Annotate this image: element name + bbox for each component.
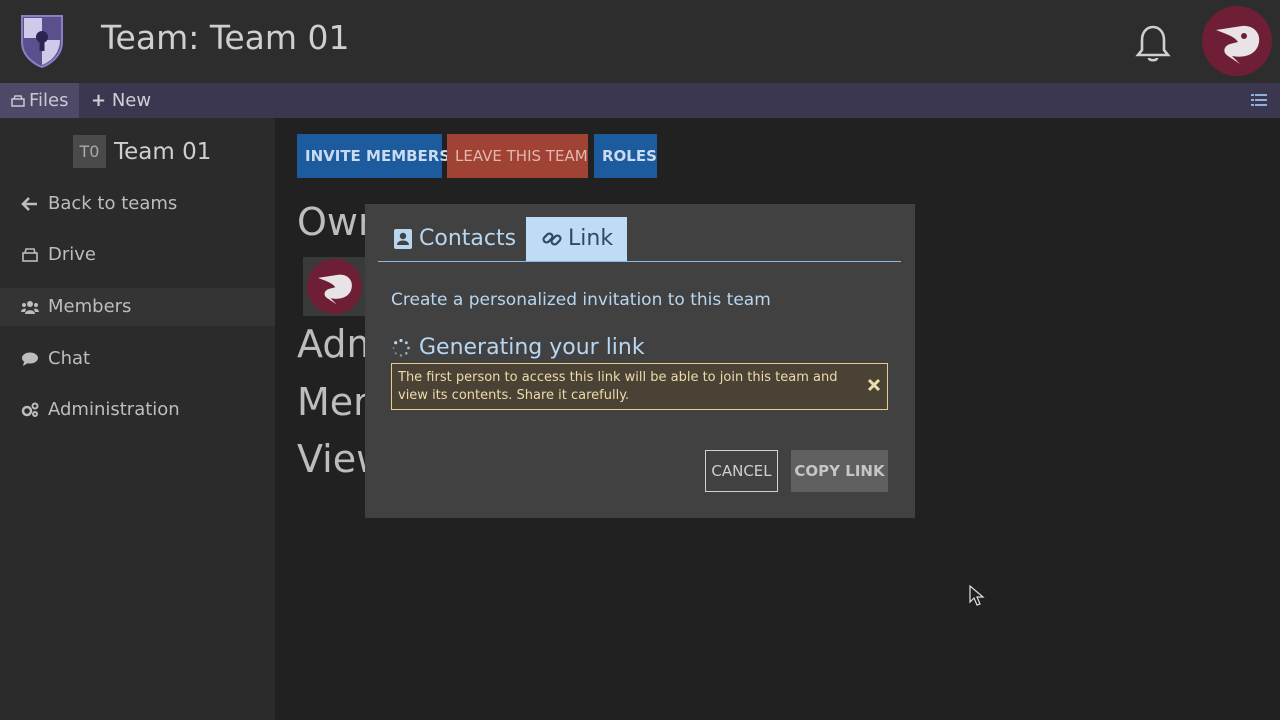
sidebar-item-label: Members [48, 296, 132, 317]
close-icon[interactable] [867, 378, 881, 392]
users-icon [21, 301, 39, 314]
shield-keyhole-logo[interactable] [18, 12, 66, 68]
new-button[interactable]: + New [91, 83, 151, 118]
team-badge: T0 [73, 135, 106, 168]
files-button[interactable]: Files [0, 83, 79, 118]
tab-link[interactable]: Link [526, 217, 627, 261]
avatar [307, 259, 362, 314]
sidebar-item-members[interactable]: Members [0, 288, 275, 326]
generating-status: Generating your link [391, 335, 645, 360]
tab-link-label: Link [568, 226, 614, 251]
tab-contacts[interactable]: Contacts [378, 217, 526, 261]
warning-text: The first person to access this link wil… [398, 370, 838, 403]
sidebar-item-back-to-teams[interactable]: Back to teams [0, 185, 275, 223]
top-header: Team: Team 01 [0, 0, 1280, 83]
generating-text: Generating your link [419, 335, 645, 360]
sidebar-item-label: Drive [48, 244, 96, 265]
page-title: Team: Team 01 [101, 18, 350, 57]
copy-link-button[interactable]: COPY LINK [791, 450, 888, 492]
sidebar-item-label: Back to teams [48, 193, 178, 214]
warning-alert: The first person to access this link wil… [391, 363, 888, 410]
sidebar-item-label: Chat [48, 348, 91, 369]
list-icon[interactable] [1251, 92, 1267, 108]
chat-icon [22, 352, 38, 366]
member-chip[interactable] [303, 257, 365, 316]
new-label: New [111, 90, 152, 111]
sidebar-item-label: Administration [48, 399, 180, 420]
invite-description: Create a personalized invitation to this… [391, 290, 771, 310]
cancel-button[interactable]: CANCEL [705, 450, 778, 492]
arrow-left-icon [21, 197, 37, 211]
plus-icon: + [91, 90, 107, 111]
roles-button[interactable]: ROLES [594, 134, 657, 178]
modal-tabs: Contacts Link [378, 217, 901, 262]
tab-contacts-label: Contacts [419, 226, 517, 251]
invite-modal: Contacts Link Create a personalized invi… [365, 204, 915, 518]
invite-members-button[interactable]: INVITE MEMBERS [297, 134, 450, 178]
user-avatar[interactable] [1202, 6, 1272, 76]
drive-icon [11, 95, 25, 107]
mouse-cursor-icon [969, 585, 985, 606]
files-label: Files [29, 90, 69, 111]
sidebar: T0 Team 01 Back to teams Drive Members Ch… [0, 118, 275, 720]
link-icon [542, 232, 562, 246]
leave-team-button[interactable]: LEAVE THIS TEAM [447, 134, 588, 178]
sidebar-item-drive[interactable]: Drive [0, 236, 275, 274]
team-header: T0 Team 01 [73, 135, 211, 169]
sidebar-item-chat[interactable]: Chat [0, 340, 275, 378]
gears-icon [21, 402, 39, 417]
sidebar-item-administration[interactable]: Administration [0, 391, 275, 429]
address-book-icon [394, 229, 412, 249]
toolbar: Files + New [0, 83, 1280, 118]
team-name: Team 01 [114, 138, 212, 165]
spinner-icon [392, 338, 410, 357]
user-avatar-icon [1216, 25, 1260, 65]
avatar-icon [318, 274, 352, 305]
drive-icon [22, 248, 38, 262]
bell-icon[interactable] [1134, 23, 1172, 63]
